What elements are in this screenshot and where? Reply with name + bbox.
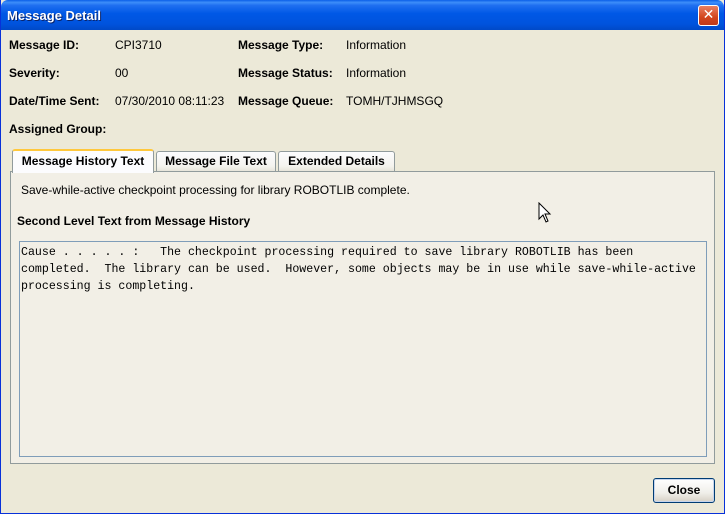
close-icon: ✕: [702, 7, 715, 23]
severity-label: Severity:: [9, 66, 60, 80]
message-queue-label: Message Queue:: [238, 94, 334, 108]
close-button[interactable]: Close: [653, 478, 715, 503]
assigned-group-label: Assigned Group:: [9, 122, 107, 136]
message-type-value: Information: [346, 38, 407, 52]
tab-label: Message File Text: [165, 154, 267, 168]
severity-value: 00: [115, 66, 129, 80]
message-detail-window: Message Detail ✕ Message ID: CPI3710 Sev…: [0, 0, 725, 514]
message-status-label: Message Status:: [238, 66, 333, 80]
tab-message-file-text[interactable]: Message File Text: [156, 151, 276, 172]
tab-panel-message-history: Save-while-active checkpoint processing …: [10, 171, 715, 464]
window-close-button[interactable]: ✕: [698, 5, 719, 26]
message-type-label: Message Type:: [238, 38, 324, 52]
message-summary-text: Save-while-active checkpoint processing …: [21, 183, 410, 197]
message-queue-value: TOMH/TJHMSGQ: [346, 94, 444, 108]
second-level-text-heading: Second Level Text from Message History: [17, 214, 251, 228]
tab-extended-details[interactable]: Extended Details: [278, 151, 395, 172]
tab-message-history-text[interactable]: Message History Text: [12, 149, 154, 173]
tab-label: Extended Details: [288, 154, 385, 168]
message-status-value: Information: [346, 66, 407, 80]
datetime-sent-label: Date/Time Sent:: [9, 94, 100, 108]
tab-label: Message History Text: [21, 154, 145, 168]
window-title: Message Detail: [7, 8, 101, 23]
datetime-sent-value: 07/30/2010 08:11:23: [115, 94, 225, 108]
message-id-value: CPI3710: [115, 38, 162, 52]
message-id-label: Message ID:: [9, 38, 80, 52]
title-bar[interactable]: Message Detail ✕: [1, 0, 724, 30]
mouse-pointer-icon: [538, 202, 552, 223]
second-level-text-area[interactable]: Cause . . . . . : The checkpoint process…: [19, 241, 707, 457]
